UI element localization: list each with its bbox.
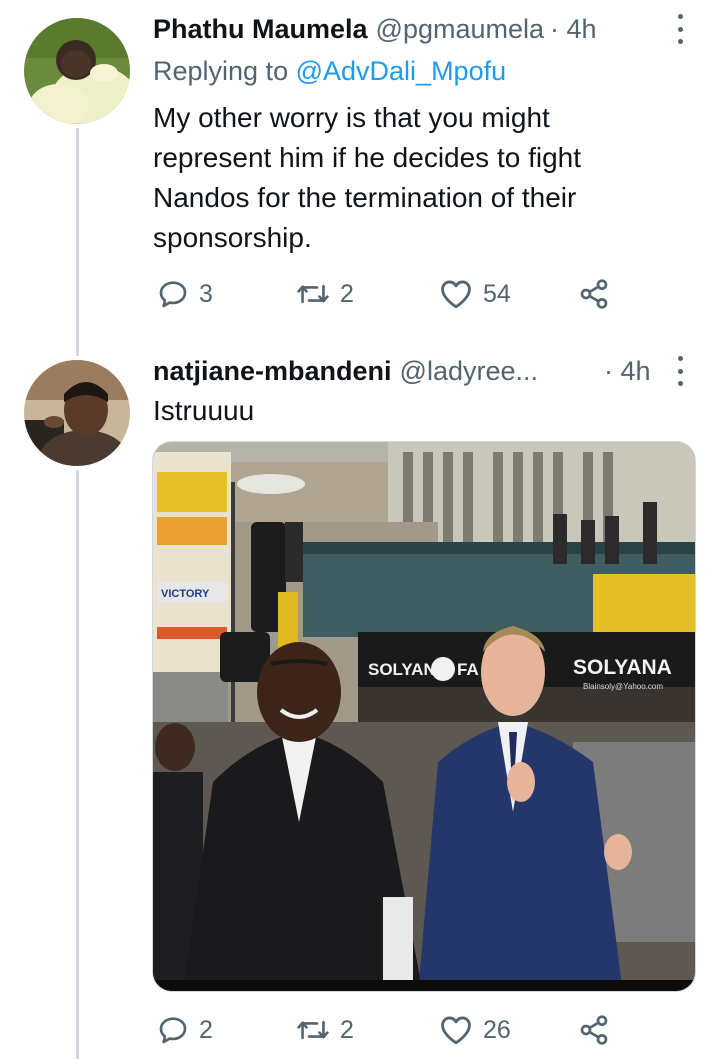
retweet-button[interactable]: 2: [296, 1014, 354, 1046]
heart-icon: [441, 1016, 471, 1045]
avatar[interactable]: [24, 18, 130, 124]
tweet-time[interactable]: · 4h: [604, 356, 651, 387]
retweet-icon: [297, 284, 329, 304]
retweet-icon: [297, 1020, 329, 1040]
tweet-time[interactable]: · 4h: [550, 14, 597, 45]
reply-icon: [159, 1017, 187, 1044]
thread-line: [76, 128, 79, 356]
display-name[interactable]: Phathu Maumela: [153, 14, 368, 45]
display-name[interactable]: natjiane-mbandeni: [153, 356, 392, 387]
share-button[interactable]: [578, 278, 610, 310]
victory-sign: VICTORY: [161, 588, 210, 600]
heart-icon: [441, 280, 471, 309]
share-button[interactable]: [578, 1014, 610, 1046]
reply-button[interactable]: 3: [157, 278, 213, 310]
retweet-button[interactable]: 2: [296, 278, 354, 310]
like-count: 54: [483, 279, 511, 308]
tweet-text-line: sponsorship.: [153, 222, 312, 253]
tweet-time-wrap: · 4h: [604, 351, 651, 391]
share-icon: [580, 1015, 608, 1045]
avatar-image: [24, 18, 130, 124]
tweet-header: Phathu Maumela @pgmaumela · 4h: [153, 9, 597, 49]
shop-sign-email: Blainsoly@Yahoo.com: [583, 682, 663, 691]
mention-link[interactable]: @AdvDali_Mpofu: [296, 56, 507, 86]
reply-count: 2: [199, 1015, 213, 1044]
replying-to: Replying to @AdvDali_Mpofu: [153, 56, 506, 87]
user-handle[interactable]: @ladyree...: [400, 356, 538, 387]
photo-scene: VICTORY SOLYANA FA SOLYANA Blainsoly@Yah…: [153, 442, 695, 991]
shop-sign-fa: FA: [457, 660, 479, 679]
retweet-count: 2: [340, 279, 354, 308]
share-icon: [580, 279, 608, 309]
tweet-text-line: represent him if he decides to fight: [153, 142, 582, 173]
thread-line: [76, 470, 79, 1059]
more-options-icon[interactable]: [670, 14, 690, 44]
more-options-icon[interactable]: [670, 356, 690, 386]
reply-icon: [159, 281, 187, 308]
tweet-photo[interactable]: VICTORY SOLYANA FA SOLYANA Blainsoly@Yah…: [152, 441, 696, 992]
shop-sign-right: SOLYANA: [573, 656, 672, 679]
like-button[interactable]: 26: [439, 1014, 511, 1046]
tweet-text: My other worry is that you might represe…: [153, 98, 581, 258]
like-button[interactable]: 54: [439, 278, 511, 310]
reply-button[interactable]: 2: [157, 1014, 213, 1046]
user-handle[interactable]: @pgmaumela: [376, 14, 545, 45]
reply-count: 3: [199, 279, 213, 308]
tweet-header: natjiane-mbandeni @ladyree...: [153, 351, 538, 391]
tweet-text-line: Istruuuu: [153, 395, 255, 426]
replying-to-label: Replying to: [153, 56, 289, 86]
tweet-text-line: My other worry is that you might: [153, 102, 550, 133]
like-count: 26: [483, 1015, 511, 1044]
avatar-image: [24, 360, 130, 466]
avatar[interactable]: [24, 360, 130, 466]
tweet-text: Istruuuu: [153, 391, 254, 431]
tweet-text-line: Nandos for the termination of their: [153, 182, 577, 213]
retweet-count: 2: [340, 1015, 354, 1044]
